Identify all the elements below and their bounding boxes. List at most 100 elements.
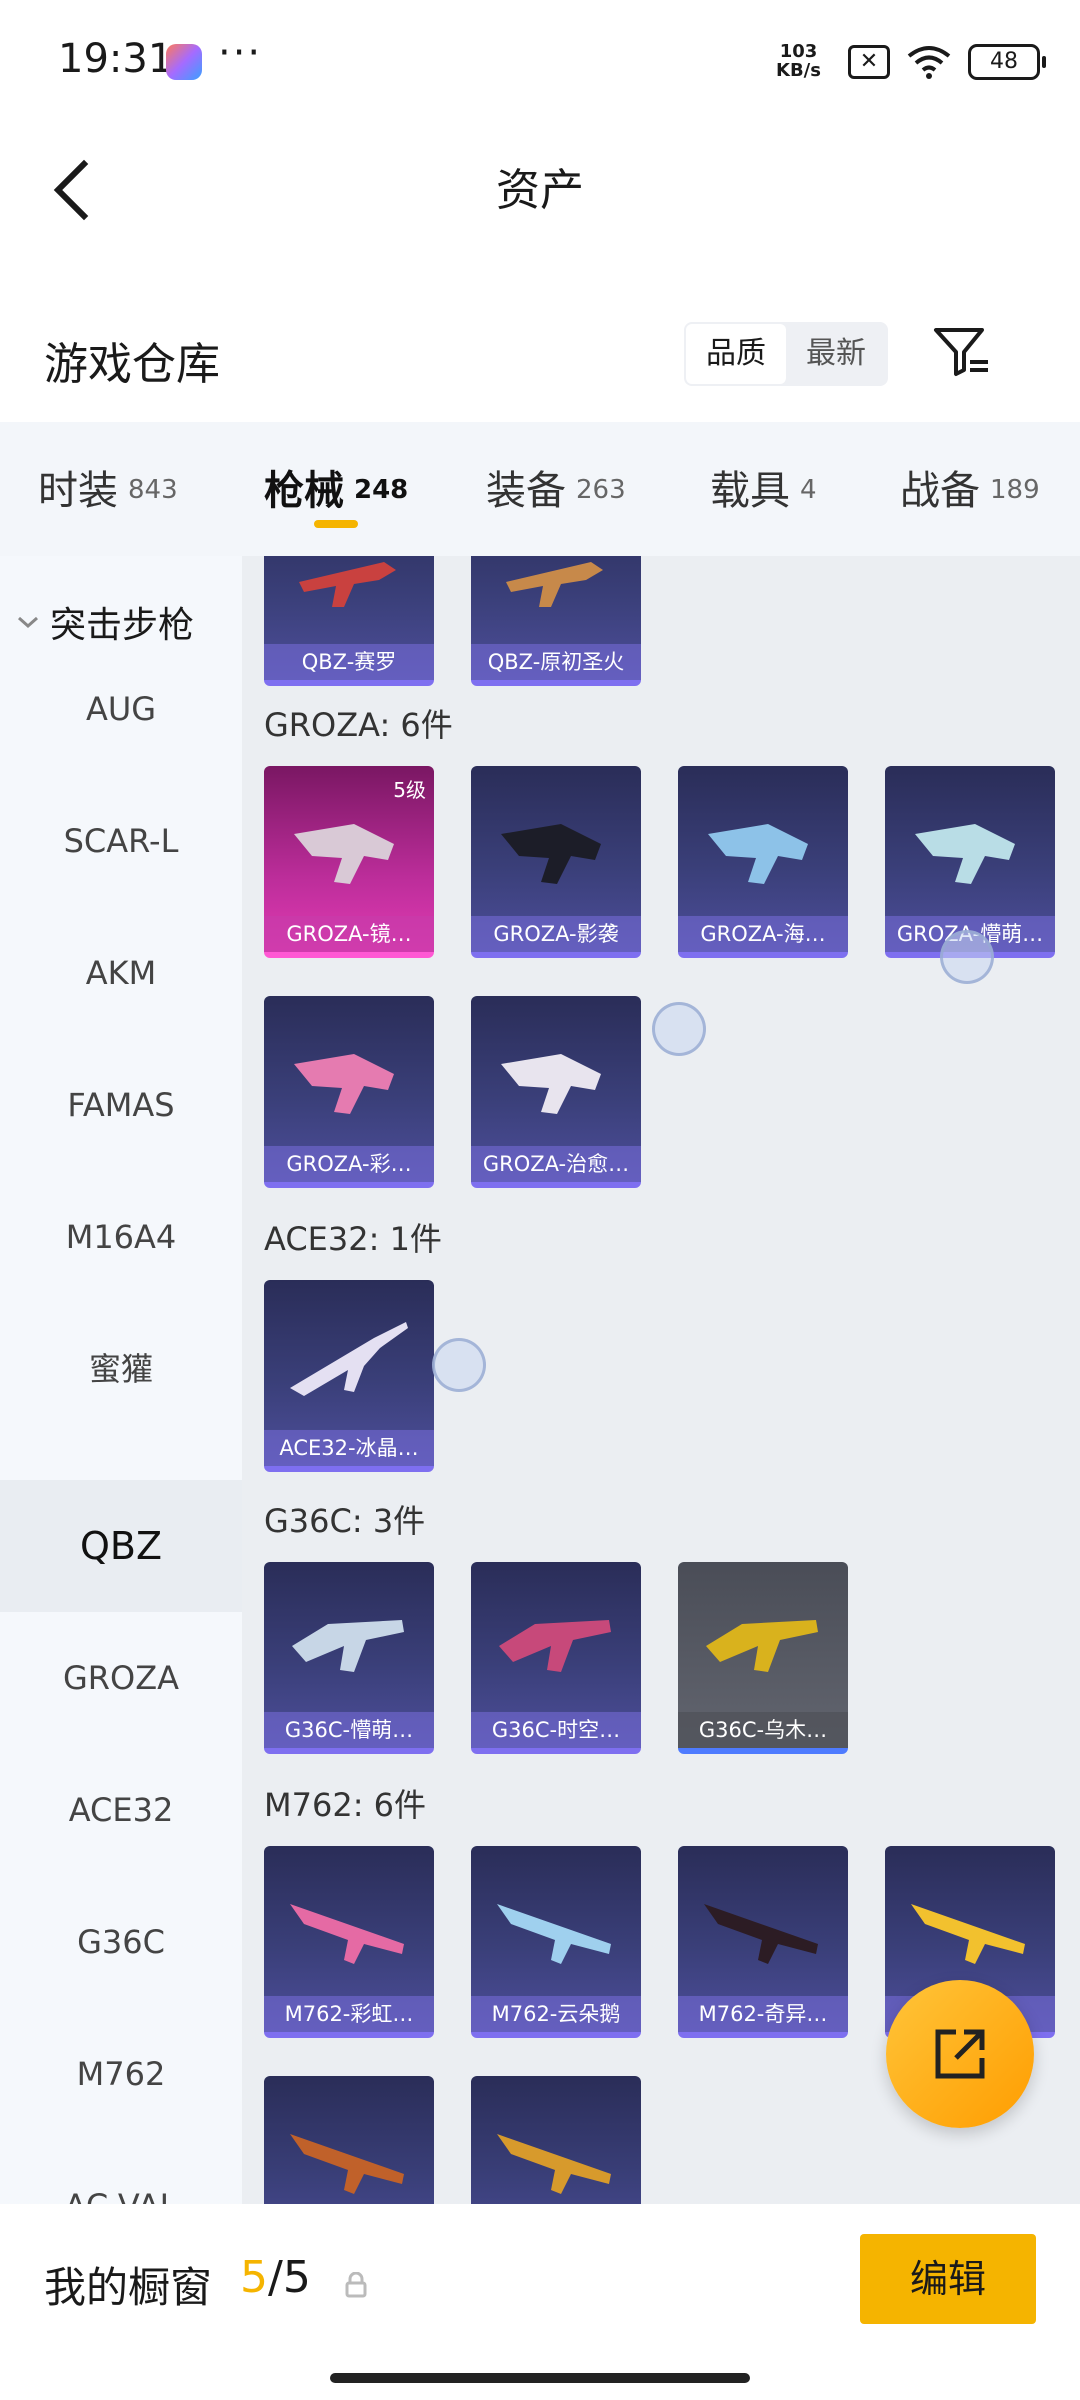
weapon-image — [292, 1620, 404, 1672]
weapon-card[interactable]: QBZ-原初圣火 — [471, 556, 641, 686]
weapon-name: QBZ-赛罗 — [264, 644, 434, 680]
sim-x-icon: ✕ — [848, 45, 890, 79]
weapon-card[interactable]: GROZA-彩… — [264, 996, 434, 1188]
weapon-grid: QBZ-赛罗 QBZ-原初圣火 GROZA: 6件 5级 GROZA-镜… GR… — [242, 556, 1080, 2204]
weapon-card[interactable]: GROZA-治愈… — [471, 996, 641, 1188]
weapon-name: G36C-时空… — [471, 1712, 641, 1748]
weapon-card[interactable]: G36C-懵萌… — [264, 1562, 434, 1754]
weapon-name: GROZA-彩… — [264, 1146, 434, 1182]
weapon-card[interactable]: 5级 GROZA-镜… — [264, 766, 434, 958]
tab-equipment[interactable]: 装备 263 — [486, 458, 626, 516]
sort-quality-button[interactable]: 品质 — [686, 324, 786, 384]
tab-count: 263 — [576, 475, 626, 505]
edit-button[interactable]: 编辑 — [860, 2234, 1036, 2324]
weapon-card[interactable] — [264, 2076, 434, 2204]
battery-icon: 48 — [968, 44, 1046, 80]
weapon-card[interactable]: G36C-乌木… — [678, 1562, 848, 1754]
weapon-name: M762-云朵鹅 — [471, 1996, 641, 2032]
weapon-image — [294, 824, 394, 884]
game-app-icon — [166, 44, 202, 80]
home-indicator[interactable] — [330, 2373, 750, 2383]
weapon-image — [497, 2134, 611, 2194]
weapon-image — [294, 1054, 394, 1114]
sidebar-item-akm[interactable]: AKM — [0, 907, 242, 1039]
weapon-card[interactable]: GROZA-影袭 — [471, 766, 641, 958]
weapon-image — [708, 824, 808, 884]
touch-indicator — [940, 930, 994, 984]
showcase-label: 我的橱窗 — [44, 2263, 213, 2312]
weapon-name: QBZ-原初圣火 — [471, 644, 641, 680]
share-button[interactable] — [886, 1980, 1034, 2128]
sidebar-item-ac-val[interactable]: AC-VAL — [0, 2140, 242, 2204]
lock-icon — [345, 2272, 367, 2298]
sort-newest-button[interactable]: 最新 — [786, 324, 886, 384]
sidebar-item-m16a4[interactable]: M16A4 — [0, 1171, 242, 1303]
weapon-card[interactable]: ACE32-冰晶… — [264, 1280, 434, 1472]
tab-vehicles[interactable]: 载具 4 — [710, 458, 817, 516]
warehouse-header: 游戏仓库 品质 最新 — [0, 300, 1080, 420]
weapon-image — [501, 824, 601, 884]
weapon-name: M762-奇异… — [678, 1996, 848, 2032]
sidebar-group-label: 突击步枪 — [50, 605, 195, 646]
tab-fashion[interactable]: 时装 843 — [38, 458, 178, 516]
sidebar-item-g36c[interactable]: G36C — [0, 1876, 242, 2008]
sidebar-item-famas[interactable]: FAMAS — [0, 1039, 242, 1171]
tab-supplies[interactable]: 战备 189 — [900, 458, 1040, 516]
weapon-image — [497, 1904, 611, 1964]
chevron-down-icon — [18, 616, 38, 629]
category-tabs: 时装 843 枪械 248 装备 263 载具 4 战备 189 — [0, 422, 1080, 556]
net-speed: 103 KB/s — [776, 42, 821, 80]
tab-count: 189 — [990, 475, 1040, 505]
showcase-count-current: 5 — [240, 2252, 268, 2303]
section-title-g36c: G36C: 3件 — [264, 1502, 426, 1540]
wifi-icon — [907, 46, 951, 79]
showcase-bar: 我的橱窗 5/5 编辑 — [0, 2204, 1080, 2400]
sidebar-item-groza[interactable]: GROZA — [0, 1612, 242, 1744]
weapon-image — [706, 1620, 818, 1672]
filter-button[interactable] — [930, 320, 994, 384]
weapon-card[interactable]: QBZ-赛罗 — [264, 556, 434, 686]
weapon-card[interactable]: M762-彩虹… — [264, 1846, 434, 2038]
weapon-name: G36C-乌木… — [678, 1712, 848, 1748]
touch-indicator — [432, 1338, 486, 1392]
weapon-name: M762-彩虹… — [264, 1996, 434, 2032]
sidebar-item-honey-badger[interactable]: 蜜獾 — [0, 1303, 242, 1435]
net-speed-unit: KB/s — [776, 60, 821, 81]
weapon-card[interactable]: GROZA-海… — [678, 766, 848, 958]
weapon-image — [704, 1904, 818, 1964]
weapon-image — [290, 1904, 404, 1964]
sidebar-group-assault-rifle[interactable]: 突击步枪 — [16, 596, 194, 648]
sidebar-item-aug[interactable]: AUG — [0, 643, 242, 775]
active-tab-indicator — [314, 520, 358, 528]
sort-toggle: 品质 最新 — [684, 322, 888, 386]
weapon-image — [499, 1620, 611, 1672]
weapon-image — [290, 1322, 408, 1396]
sidebar-item-scar-l[interactable]: SCAR-L — [0, 775, 242, 907]
page-title: 资产 — [496, 165, 584, 216]
tab-firearms[interactable]: 枪械 248 — [264, 458, 408, 516]
touch-indicator — [652, 1002, 706, 1056]
weapon-name: GROZA-治愈… — [471, 1146, 641, 1182]
net-speed-value: 103 — [779, 41, 818, 62]
tab-count: 4 — [800, 475, 817, 505]
tab-label: 时装 — [38, 468, 118, 514]
sidebar-item-qbz[interactable]: QBZ — [0, 1480, 242, 1612]
status-time: 19:31 — [58, 36, 174, 82]
tab-label: 载具 — [710, 468, 790, 514]
weapon-card[interactable] — [471, 2076, 641, 2204]
filter-icon — [934, 328, 988, 376]
tab-label: 装备 — [486, 468, 566, 514]
more-notifications-icon: ··· — [218, 30, 263, 76]
weapon-card[interactable]: M762-奇异… — [678, 1846, 848, 2038]
weapon-image — [506, 562, 603, 607]
sidebar-item-m762[interactable]: M762 — [0, 2008, 242, 2140]
weapon-card[interactable]: M762-云朵鹅 — [471, 1846, 641, 2038]
weapon-image — [911, 1904, 1025, 1964]
sidebar-item-ace32[interactable]: ACE32 — [0, 1744, 242, 1876]
weapon-card[interactable]: G36C-时空… — [471, 1562, 641, 1754]
warehouse-title: 游戏仓库 — [44, 339, 220, 390]
tab-count: 843 — [128, 475, 178, 505]
page-header: 资产 — [0, 130, 1080, 250]
weapon-name: GROZA-海… — [678, 916, 848, 952]
weapon-name: GROZA-影袭 — [471, 916, 641, 952]
